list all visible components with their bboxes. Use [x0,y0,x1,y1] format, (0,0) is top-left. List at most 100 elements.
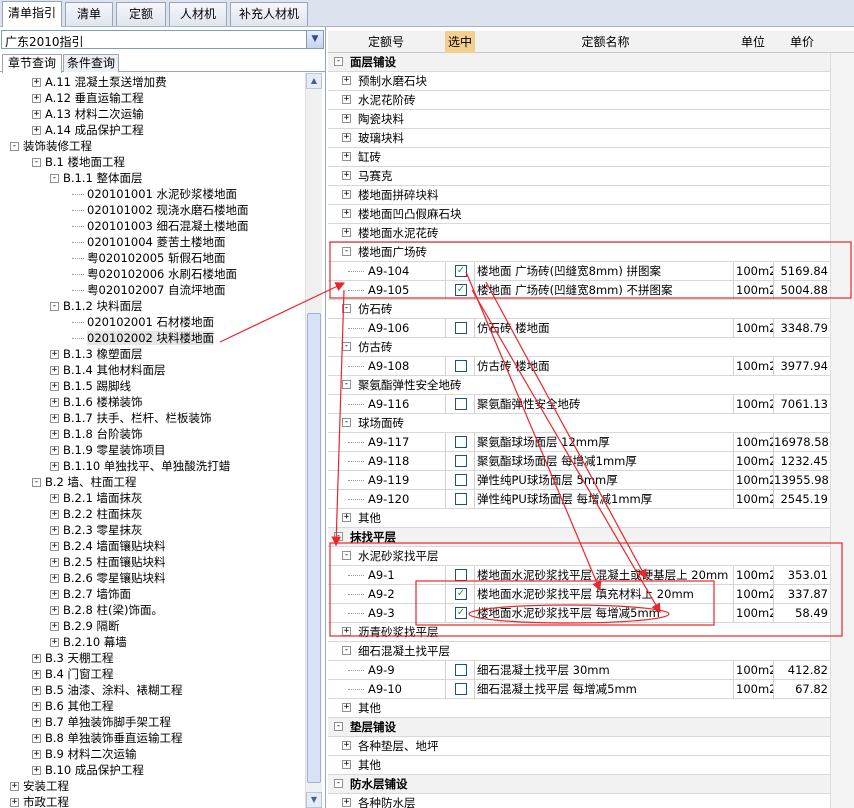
tab-list[interactable]: 清单 [65,2,113,26]
quota-scrollbar[interactable] [830,53,854,808]
tab-list-guide[interactable]: 清单指引 [2,1,62,28]
tree-folder-node[interactable]: + B.1.4 其他材料面层 [50,362,166,378]
quota-category-row[interactable]: + 预制水磨石块 [328,72,830,91]
quota-item-row[interactable]: A9-118 聚氨酯球场面层 每增减1mm厚 100m2 1232.45 [328,452,830,471]
quota-item-row[interactable]: A9-104 ✓ 楼地面 广场砖(凹缝宽8mm) 拼图案 100m2 5169.84 [328,262,830,281]
tree-folder-node[interactable]: + B.1.5 踢脚线 [50,378,131,394]
tree-leaf-node[interactable]: 020102002 块料楼地面 [72,330,215,346]
quota-item-row[interactable]: A9-1 楼地面水泥砂浆找平层 混凝土或硬基层上 20mm 100m2 353.01 [328,566,830,585]
expand-icon[interactable]: + [342,133,351,142]
expand-icon[interactable]: + [50,430,59,439]
collapse-icon[interactable]: - [334,57,343,66]
quota-item-row[interactable]: A9-119 弹性纯PU球场面层 5mm厚 100m2 13955.98 [328,471,830,490]
quota-group-row[interactable]: - 防水层铺设 [328,775,830,794]
tree-folder-node[interactable]: - 装饰装修工程 [10,138,92,154]
expand-icon[interactable]: + [32,670,41,679]
tree-folder-node[interactable]: + A.11 混凝土泵送增加费 [32,74,167,90]
tree-folder-node[interactable]: + B.6 其他工程 [32,698,114,714]
expand-icon[interactable]: + [32,110,41,119]
select-checkbox[interactable] [455,360,467,372]
quota-category-row[interactable]: - 球场面砖 [328,414,830,433]
expand-icon[interactable]: + [50,510,59,519]
quota-item-row[interactable]: A9-120 弹性纯PU球场面层 每增减1mm厚 100m2 2545.19 [328,490,830,509]
tree-leaf-node[interactable]: 020101003 细石混凝土楼地面 [72,218,249,234]
tree-folder-node[interactable]: + B.1.8 台阶装饰 [50,426,143,442]
tree-folder-node[interactable]: + B.1.7 扶手、栏杆、栏板装饰 [50,410,212,426]
tree-folder-node[interactable]: + 市政工程 [10,794,69,808]
expand-icon[interactable]: + [50,462,59,471]
tree-folder-node[interactable]: + B.2.7 墙饰面 [50,586,131,602]
tree-leaf-node[interactable]: 020101001 水泥砂浆楼地面 [72,186,237,202]
quota-category-row[interactable]: + 缸砖 [328,148,830,167]
quota-category-row[interactable]: + 其他 [328,756,830,775]
select-checkbox[interactable]: ✓ [455,284,467,296]
tab-labor-material-machine[interactable]: 人材机 [169,2,227,26]
quota-item-row[interactable]: A9-116 聚氨酯弹性安全地砖 100m2 7061.13 [328,395,830,414]
expand-icon[interactable]: + [342,228,351,237]
tab-chapter-query[interactable]: 章节查询 [2,54,62,73]
expand-icon[interactable]: + [50,542,59,551]
guide-select[interactable]: 广东2010指引 ▼ [1,30,324,49]
expand-icon[interactable]: + [50,638,59,647]
quota-item-row[interactable]: A9-10 细石混凝土找平层 每增减5mm 100m2 67.82 [328,680,830,699]
quota-category-row[interactable]: - 水泥砂浆找平层 [328,547,830,566]
expand-icon[interactable]: + [342,76,351,85]
tree-folder-node[interactable]: + A.13 材料二次运输 [32,106,144,122]
tree-leaf-node[interactable]: 粤020102006 水刷石楼地面 [72,266,237,282]
quota-category-row[interactable]: + 楼地面凹凸假麻石块 [328,205,830,224]
quota-category-row[interactable]: - 聚氨酯弹性安全地砖 [328,376,830,395]
quota-group-row[interactable]: - 抹找平层 [328,528,830,547]
expand-icon[interactable]: + [32,94,41,103]
select-checkbox[interactable] [455,493,467,505]
quota-category-row[interactable]: + 陶瓷块料 [328,110,830,129]
expand-icon[interactable]: + [342,627,351,636]
expand-icon[interactable]: + [32,126,41,135]
expand-icon[interactable]: + [32,686,41,695]
collapse-icon[interactable]: - [334,722,343,731]
tree-folder-node[interactable]: + B.1.10 单独找平、单独酸洗打蜡 [50,458,230,474]
collapse-icon[interactable]: - [342,418,351,427]
expand-icon[interactable]: + [10,782,19,791]
quota-item-row[interactable]: A9-3 ✓ 楼地面水泥砂浆找平层 每增减5mm 100m2 58.49 [328,604,830,623]
expand-icon[interactable]: + [342,152,351,161]
expand-icon[interactable]: + [32,766,41,775]
select-checkbox[interactable] [455,455,467,467]
tree-folder-node[interactable]: - B.1.1 整体面层 [50,170,143,186]
scrollbar-thumb[interactable] [307,313,321,783]
expand-icon[interactable]: + [50,366,59,375]
scroll-up-icon[interactable]: ▲ [306,73,322,89]
scroll-down-icon[interactable]: ▼ [306,792,322,808]
expand-icon[interactable]: + [50,606,59,615]
expand-icon[interactable]: + [50,414,59,423]
chevron-down-icon[interactable]: ▼ [306,31,323,48]
quota-category-row[interactable]: - 仿石砖 [328,300,830,319]
collapse-icon[interactable]: - [334,532,343,541]
select-checkbox[interactable]: ✓ [455,607,467,619]
quota-category-row[interactable]: + 楼地面水泥花砖 [328,224,830,243]
collapse-icon[interactable]: - [32,478,41,487]
expand-icon[interactable]: + [32,718,41,727]
collapse-icon[interactable]: - [334,779,343,788]
tree-folder-node[interactable]: - B.1.2 块料面层 [50,298,143,314]
tree-folder-node[interactable]: + B.9 材料二次运输 [32,746,137,762]
collapse-icon[interactable]: - [342,646,351,655]
tree-folder-node[interactable]: + B.1.9 零星装饰项目 [50,442,166,458]
tab-condition-query[interactable]: 条件查询 [63,54,119,72]
collapse-icon[interactable]: - [342,342,351,351]
select-checkbox[interactable]: ✓ [455,588,467,600]
quota-item-row[interactable]: A9-105 ✓ 楼地面 广场砖(凹缝宽8mm) 不拼图案 100m2 5004.88 [328,281,830,300]
expand-icon[interactable]: + [342,171,351,180]
tree-folder-node[interactable]: + 安装工程 [10,778,69,794]
tree-folder-node[interactable]: + B.1.6 楼梯装饰 [50,394,143,410]
expand-icon[interactable]: + [342,95,351,104]
expand-icon[interactable]: + [32,702,41,711]
select-checkbox[interactable] [455,664,467,676]
select-checkbox[interactable] [455,398,467,410]
tree-folder-node[interactable]: + B.7 单独装饰脚手架工程 [32,714,171,730]
tree-folder-node[interactable]: + B.2.9 隔断 [50,618,120,634]
select-checkbox[interactable]: ✓ [455,265,467,277]
expand-icon[interactable]: + [50,526,59,535]
quota-category-row[interactable]: + 马赛克 [328,167,830,186]
tree-folder-node[interactable]: + B.2.2 柱面抹灰 [50,506,143,522]
tree-folder-node[interactable]: + B.2.3 零星抹灰 [50,522,143,538]
